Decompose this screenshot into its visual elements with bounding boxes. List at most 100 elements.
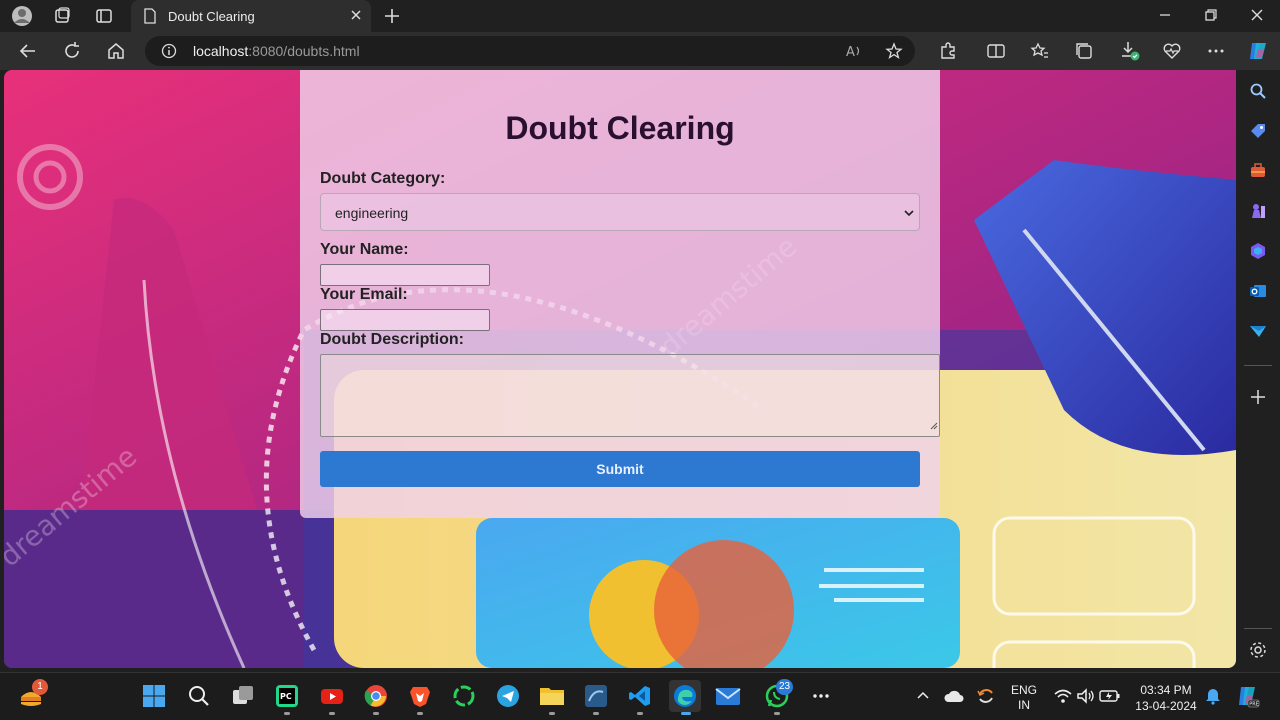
vscode-icon[interactable]: [627, 683, 653, 715]
resize-handle-icon[interactable]: [930, 417, 938, 435]
mail-icon[interactable]: [715, 683, 741, 709]
search-icon[interactable]: [186, 683, 212, 709]
browser-toolbar: localhost:8080/doubts.html A: [0, 32, 1280, 70]
url-path: :8080/doubts.html: [248, 43, 360, 59]
search-icon[interactable]: [1248, 81, 1268, 101]
page-viewport: dreamstime dreamstime Doubt Clearing Dou…: [4, 70, 1236, 668]
widgets-icon[interactable]: 1: [18, 679, 48, 709]
back-icon[interactable]: [17, 40, 39, 62]
address-bar[interactable]: localhost:8080/doubts.html A: [145, 36, 915, 66]
favorite-star-icon[interactable]: [885, 42, 903, 65]
running-indicator: [774, 712, 780, 715]
favorites-icon[interactable]: [1029, 40, 1051, 62]
submit-button[interactable]: Submit: [320, 451, 920, 487]
chevron-down-icon: [903, 206, 915, 224]
copilot-taskbar-icon[interactable]: PRE: [1234, 683, 1260, 709]
category-select[interactable]: engineering: [320, 193, 920, 231]
sync-update-icon[interactable]: [973, 683, 999, 709]
running-indicator: [549, 712, 555, 715]
name-label: Your Name:: [320, 241, 409, 258]
vertical-tabs-icon[interactable]: [93, 6, 115, 26]
edge-icon[interactable]: [669, 680, 701, 715]
youtube-icon[interactable]: [319, 683, 345, 715]
email-field[interactable]: [320, 309, 490, 331]
shopping-tag-icon[interactable]: [1248, 121, 1268, 141]
edge-sidebar: [1236, 70, 1280, 668]
tools-briefcase-icon[interactable]: [1248, 161, 1268, 181]
games-chess-icon[interactable]: [1248, 201, 1268, 221]
browser-tab-active[interactable]: Doubt Clearing: [131, 0, 371, 32]
title-bar: Doubt Clearing: [0, 0, 1280, 32]
running-indicator: [637, 712, 643, 715]
home-icon[interactable]: [105, 40, 127, 62]
category-selected-value: engineering: [335, 205, 409, 221]
sidebar-divider: [1244, 365, 1272, 366]
running-indicator: [284, 712, 290, 715]
volume-icon[interactable]: [1073, 683, 1099, 709]
description-textarea[interactable]: [320, 354, 940, 437]
telegram-icon[interactable]: [495, 683, 521, 709]
add-icon[interactable]: [1248, 387, 1268, 407]
show-hidden-icons-chevron-up-icon[interactable]: [910, 683, 936, 709]
brave-icon[interactable]: [407, 683, 433, 715]
running-indicator: [417, 712, 423, 715]
language-indicator[interactable]: ENG IN: [1008, 683, 1040, 713]
whatsapp-icon[interactable]: 23: [764, 679, 794, 715]
pycharm-icon[interactable]: PC: [274, 683, 300, 715]
minimize-icon[interactable]: [1158, 8, 1172, 27]
new-tab-icon[interactable]: [382, 6, 402, 31]
site-info-icon[interactable]: [161, 43, 177, 64]
url-host: localhost: [193, 43, 249, 59]
task-view-icon[interactable]: [230, 683, 256, 709]
split-screen-icon[interactable]: [985, 40, 1007, 62]
sidebar-divider: [1244, 628, 1272, 629]
page-title: Doubt Clearing: [505, 110, 735, 146]
tab-title: Doubt Clearing: [168, 9, 255, 24]
clock-time: 03:34 PM: [1140, 683, 1192, 697]
description-label: Doubt Description:: [320, 331, 464, 348]
extensions-icon[interactable]: [937, 40, 959, 62]
browser-essentials-icon[interactable]: [1161, 40, 1183, 62]
battery-icon[interactable]: [1097, 683, 1123, 709]
clock[interactable]: 03:34 PM 13-04-2024: [1126, 682, 1206, 714]
outlook-icon[interactable]: [1248, 281, 1268, 301]
chrome-icon[interactable]: [363, 683, 389, 715]
clock-date: 13-04-2024: [1135, 699, 1197, 713]
running-indicator: [373, 712, 379, 715]
notification-bell-icon[interactable]: [1200, 683, 1226, 709]
copilot-sidebar-icon[interactable]: [1248, 241, 1268, 261]
send-icon[interactable]: [1248, 321, 1268, 341]
settings-gear-icon[interactable]: [1248, 640, 1268, 660]
loading-app-icon[interactable]: [451, 683, 477, 709]
page-icon: [143, 8, 157, 29]
copilot-icon[interactable]: [1246, 40, 1268, 62]
more-apps-icon[interactable]: [808, 683, 834, 709]
collections-icon[interactable]: [1073, 40, 1095, 62]
email-label: Your Email:: [320, 286, 408, 303]
profile-icon[interactable]: [11, 6, 33, 26]
running-indicator: [329, 712, 335, 715]
running-indicator: [681, 712, 691, 715]
language-code: ENG: [1010, 683, 1037, 697]
svg-text:A: A: [846, 45, 855, 60]
workspaces-icon[interactable]: [51, 6, 73, 26]
url-text: localhost:8080/doubts.html: [193, 43, 360, 59]
region-code: IN: [1018, 698, 1030, 712]
downloads-icon[interactable]: [1119, 40, 1141, 62]
widgets-badge: 1: [32, 679, 48, 695]
more-menu-icon[interactable]: [1205, 40, 1227, 62]
mysql-workbench-icon[interactable]: [583, 683, 609, 715]
weather-cloud-icon[interactable]: [941, 683, 967, 709]
read-aloud-icon[interactable]: A: [845, 42, 863, 65]
start-windows-icon[interactable]: [141, 683, 167, 709]
whatsapp-badge: 23: [776, 679, 794, 695]
category-label: Doubt Category:: [320, 170, 446, 187]
restore-icon[interactable]: [1204, 8, 1218, 27]
file-explorer-icon[interactable]: [539, 683, 565, 715]
running-indicator: [593, 712, 599, 715]
close-tab-icon[interactable]: [349, 8, 363, 27]
taskbar: 1 PC 23 ENG IN 03:34 PM 13-04-2024 PRE: [0, 672, 1280, 720]
close-window-icon[interactable]: [1250, 8, 1264, 27]
name-field[interactable]: [320, 264, 490, 286]
refresh-icon[interactable]: [61, 40, 83, 62]
